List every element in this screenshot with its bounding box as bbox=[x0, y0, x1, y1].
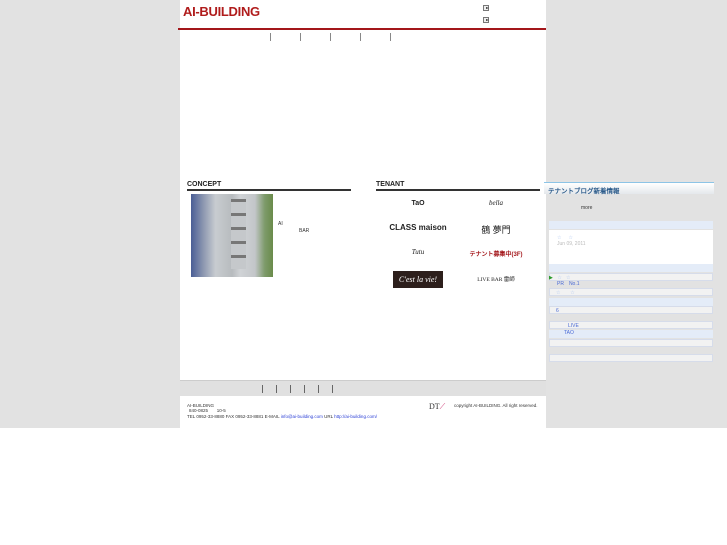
arrow-right-icon bbox=[483, 17, 489, 23]
entry-date: Jun 09, 2011 bbox=[557, 241, 586, 247]
concept-text: AI bbox=[278, 221, 283, 227]
tenant-heading: TENANT bbox=[376, 181, 540, 191]
header-link-1[interactable] bbox=[483, 5, 543, 11]
nav-item[interactable] bbox=[300, 33, 330, 41]
tenant-logo-class-maison[interactable]: CLASS maison bbox=[388, 223, 448, 232]
footer-nav-item[interactable] bbox=[332, 385, 346, 393]
main-column: AI-BUILDING CONCEPT AI BAR TENANT TaO be… bbox=[178, 0, 546, 428]
footer-address: 840-0825 10-5 bbox=[189, 408, 226, 413]
header-link-2[interactable] bbox=[483, 17, 543, 23]
concept-text: BAR bbox=[299, 228, 310, 234]
blog-item[interactable] bbox=[549, 339, 713, 347]
blog-item[interactable]: PR No.1 bbox=[557, 280, 580, 287]
nav-item[interactable] bbox=[270, 33, 300, 41]
blog-item[interactable]: LIVE bbox=[549, 321, 713, 329]
sidebar-section-header bbox=[549, 221, 713, 229]
nav-item[interactable] bbox=[330, 33, 360, 41]
blog-entry[interactable]: ☆ ☆ Jun 09, 2011 bbox=[549, 230, 713, 264]
tenant-blog-sidebar: テナントブログ新着情報 more ☆ ☆ Jun 09, 2011 ▶ ☆ ☆ P… bbox=[544, 180, 715, 365]
header-divider bbox=[178, 28, 546, 30]
sidebar-section-header bbox=[549, 298, 713, 306]
tenant-logo-cest-la-vie[interactable]: C'est la vie! bbox=[393, 271, 443, 288]
tenant-logo-bella[interactable]: bella bbox=[466, 199, 526, 207]
tenant-logo-live-bar[interactable]: LIVE BAR 雷師 bbox=[466, 275, 526, 283]
building-photo bbox=[191, 194, 273, 277]
blog-item[interactable]: 6 bbox=[549, 306, 713, 314]
footer-nav-item[interactable] bbox=[262, 385, 276, 393]
tenant-logo-tao[interactable]: TaO bbox=[388, 200, 448, 207]
global-nav bbox=[270, 33, 420, 41]
copyright: copyright AI-BUILDING. All right reserve… bbox=[454, 403, 538, 408]
tenant-logo-yumekado[interactable]: 鶴 夢門 bbox=[466, 223, 526, 236]
url-link[interactable]: http://ai-building.com/ bbox=[334, 414, 377, 419]
sidebar-title: テナントブログ新着情報 bbox=[544, 182, 714, 195]
tenant-recruiting[interactable]: テナント募集中(3F) bbox=[466, 249, 526, 258]
dt-logo: DT⟋ bbox=[429, 402, 446, 411]
site-logo[interactable]: AI-BUILDING bbox=[183, 4, 260, 19]
footer-nav-item[interactable] bbox=[276, 385, 290, 393]
tenant-logo-tutu[interactable]: Tutu bbox=[388, 248, 448, 256]
footer-nav-item[interactable] bbox=[318, 385, 332, 393]
footer-nav-item[interactable] bbox=[304, 385, 318, 393]
blog-item[interactable] bbox=[549, 354, 713, 362]
sidebar-section-header bbox=[549, 264, 713, 272]
footer-nav-bar bbox=[180, 380, 546, 396]
footer-nav-item[interactable] bbox=[290, 385, 304, 393]
arrow-right-icon bbox=[483, 5, 489, 11]
footer-contact: TEL 0952-33-8880 FAX 0952-33-8881 E-MAIL… bbox=[187, 414, 377, 419]
more-link[interactable]: more bbox=[581, 205, 592, 211]
nav-item[interactable] bbox=[360, 33, 390, 41]
email-link[interactable]: info@ai-building.com bbox=[281, 414, 323, 419]
blog-item[interactable]: TAO bbox=[549, 330, 713, 338]
nav-item[interactable] bbox=[390, 33, 420, 41]
blog-item[interactable]: ☆ ☆ bbox=[549, 288, 713, 296]
concept-heading: CONCEPT bbox=[187, 181, 351, 191]
